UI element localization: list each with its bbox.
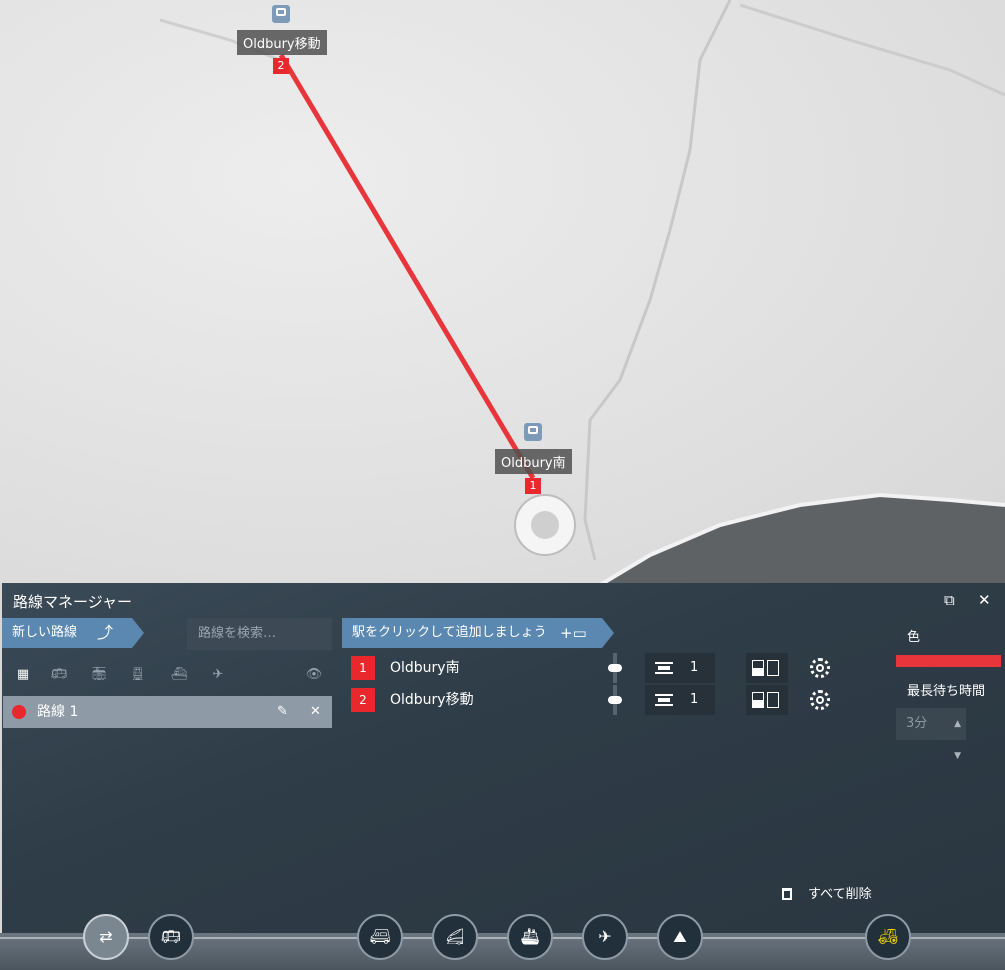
train-icon[interactable]: 🚆︎	[127, 666, 149, 684]
delete-all-button[interactable]: すべて削除	[782, 883, 872, 902]
max-wait-select[interactable]: 3分 ▲ ▼	[896, 708, 966, 761]
terrain-layer	[0, 0, 1005, 585]
split-icon[interactable]	[746, 685, 788, 715]
grid-icon[interactable]: ▦	[12, 666, 34, 684]
map-view[interactable]: Oldbury移動 2 Oldbury南 1	[0, 0, 1005, 585]
station-number: 1	[525, 478, 541, 494]
new-line-button[interactable]: 新しい路線 ⤴︎	[2, 618, 144, 648]
bus-icon[interactable]: 🚐︎	[357, 914, 403, 960]
gear-icon[interactable]	[810, 690, 830, 710]
platform-number: 1	[690, 660, 699, 675]
stop-row[interactable]: 1 Oldbury南 1	[350, 653, 885, 683]
close-icon[interactable]: ✕	[978, 591, 991, 609]
stop-row[interactable]: 2 Oldbury移動 1	[350, 685, 885, 715]
stop-slider[interactable]	[608, 685, 622, 715]
bus-depot-icon[interactable]: 🚌︎	[148, 914, 194, 960]
station-number: 2	[273, 58, 289, 74]
tram-icon[interactable]: 🚋︎	[88, 666, 110, 684]
plane-icon[interactable]: ✈︎	[207, 666, 229, 684]
stepper-icon: ▲ ▼	[954, 719, 961, 761]
add-stop-icon: +▭	[560, 624, 587, 642]
platform-selector[interactable]: 1	[645, 685, 715, 715]
platform-number: 1	[690, 692, 699, 707]
train-icon[interactable]: 🚄︎	[432, 914, 478, 960]
bulldozer-icon[interactable]: 🚜︎	[865, 914, 911, 960]
line-manager-panel: 路線マネージャー ⧉ ✕ 新しい路線 ⤴︎ 路線を検索… ▦ 🚌︎ 🚋︎ 🚆︎ …	[2, 583, 1005, 933]
ship-icon[interactable]: 🚢︎	[507, 914, 553, 960]
plane-icon[interactable]: ✈︎	[582, 914, 628, 960]
stop-name: Oldbury移動	[390, 692, 474, 708]
bus-stop-icon[interactable]	[272, 5, 290, 23]
transport-filter: ▦ 🚌︎ 🚋︎ 🚆︎ ⛴︎ ✈︎ 👁︎	[12, 666, 332, 686]
gear-icon[interactable]	[810, 658, 830, 678]
stop-name: Oldbury南	[390, 660, 460, 676]
new-line-label: 新しい路線	[12, 625, 78, 640]
platform-icon	[655, 662, 673, 674]
new-route-icon: ⤴︎	[97, 623, 114, 642]
station-label[interactable]: Oldbury南	[495, 449, 572, 474]
terrain-icon[interactable]: ⛰︎	[657, 914, 703, 960]
add-stop-hint: 駅をクリックして追加しましょう +▭	[342, 618, 614, 648]
route-line	[278, 53, 536, 480]
split-icon[interactable]	[746, 653, 788, 683]
line-name: 路線 1	[37, 704, 79, 720]
stop-slider[interactable]	[608, 653, 622, 683]
color-label: 色	[907, 630, 921, 645]
line-color-swatch[interactable]	[896, 655, 1001, 667]
eye-icon[interactable]: 👁︎	[303, 666, 325, 684]
line-list-item[interactable]: 路線 1 ✎ ✕	[3, 696, 332, 728]
station-label[interactable]: Oldbury移動	[237, 30, 327, 55]
panel-title: 路線マネージャー	[13, 593, 132, 611]
trash-icon	[782, 888, 792, 900]
add-stop-hint-text: 駅をクリックして追加しましょう	[352, 625, 547, 640]
bus-icon[interactable]: 🚌︎	[48, 666, 70, 684]
stop-number: 2	[351, 688, 375, 712]
pencil-icon[interactable]: ✎	[277, 696, 288, 728]
platform-selector[interactable]: 1	[645, 653, 715, 683]
delete-line-icon[interactable]: ✕	[310, 696, 321, 728]
route-manager-icon[interactable]: ⇄	[83, 914, 129, 960]
max-wait-value: 3分	[906, 716, 928, 731]
bus-stop-icon[interactable]	[524, 423, 542, 441]
platform-icon	[655, 694, 673, 706]
ship-icon[interactable]: ⛴︎	[168, 666, 190, 684]
line-color-dot	[12, 705, 26, 719]
external-link-icon[interactable]: ⧉	[944, 591, 955, 609]
max-wait-label: 最長待ち時間	[907, 684, 986, 699]
stop-number: 1	[351, 656, 375, 680]
delete-all-label: すべて削除	[808, 887, 872, 902]
line-search-input[interactable]: 路線を検索…	[187, 618, 332, 650]
